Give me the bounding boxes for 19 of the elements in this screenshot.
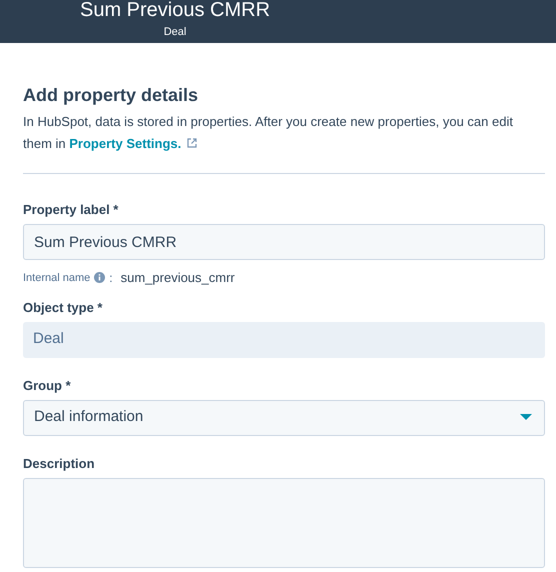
description-field[interactable]: [23, 478, 545, 568]
field-label: Object type *: [23, 300, 104, 316]
header-title: Sum Previous CMRR: [80, 0, 270, 23]
readonly-field: Deal: [23, 322, 545, 358]
field-label: Property label *: [23, 202, 120, 218]
intro-text: In HubSpot, data is stored in properties. After you create new properties, you can edit them in Property Settings.: [23, 113, 514, 153]
header-subtitle: Deal: [164, 25, 186, 39]
external-link-icon: [187, 138, 198, 148]
hint-colon: :: [109, 270, 113, 287]
info-icon: [94, 272, 106, 284]
text-field[interactable]: Sum Previous CMRR: [23, 224, 545, 260]
group-dropdown[interactable]: Deal information: [23, 400, 545, 436]
internal-name: sum_previous_cmrr: [120, 269, 235, 287]
section-title: Add property details: [23, 84, 200, 107]
hint-label: Internal name: [23, 270, 90, 286]
field-label: Group *: [23, 378, 72, 394]
caret-icon: [520, 414, 532, 421]
field-label: Description: [23, 456, 96, 472]
property-settings-link[interactable]: Property Settings.: [69, 136, 182, 151]
